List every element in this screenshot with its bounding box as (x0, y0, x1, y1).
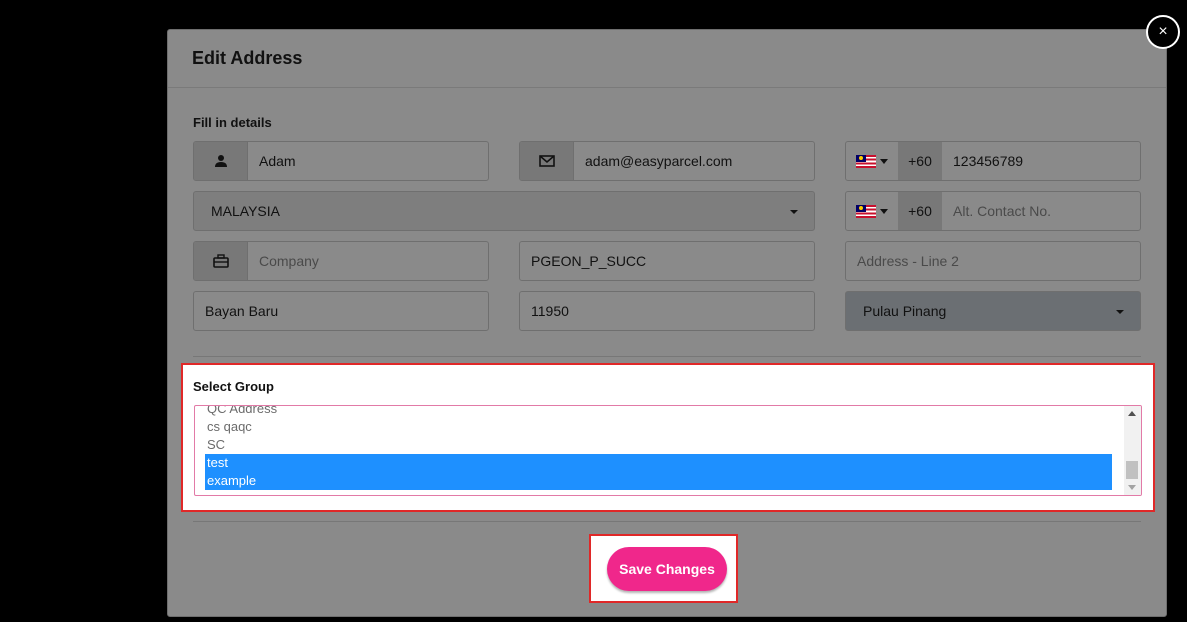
email-field[interactable]: adam@easyparcel.com (519, 141, 815, 181)
close-button[interactable]: × (1146, 15, 1180, 49)
save-button-highlight: Save Changes (589, 534, 738, 603)
envelope-icon (520, 142, 574, 180)
malaysia-flag-icon (856, 154, 876, 168)
user-icon (194, 142, 248, 180)
alt-phone-field[interactable]: +60 Alt. Contact No. (845, 191, 1141, 231)
postcode-field[interactable]: 11950 (519, 291, 815, 331)
state-value: Pulau Pinang (863, 303, 947, 319)
group-option[interactable]: example (205, 472, 1112, 490)
chevron-down-icon (880, 158, 888, 164)
group-option[interactable]: test (205, 454, 1112, 472)
address-line2-field[interactable]: Address - Line 2 (845, 241, 1141, 281)
chevron-down-icon (790, 210, 798, 214)
select-group-label: Select Group (193, 379, 274, 394)
select-group-panel: Select Group QC Address cs qaqc SC test exam… (181, 363, 1155, 512)
section-label: Fill in details (193, 115, 272, 130)
email-value: adam@easyparcel.com (585, 153, 733, 169)
company-field[interactable]: Company (193, 241, 489, 281)
alt-phone-country-code: +60 (898, 192, 942, 230)
phone-value: 123456789 (953, 153, 1024, 169)
group-options: QC Address cs qaqc SC test example (205, 406, 1112, 490)
save-changes-button[interactable]: Save Changes (607, 547, 727, 591)
address-line1-field[interactable]: PGEON_P_SUCC (519, 241, 815, 281)
city-value: Bayan Baru (205, 303, 279, 319)
divider (193, 521, 1141, 522)
group-listbox[interactable]: QC Address cs qaqc SC test example (194, 405, 1142, 496)
name-field[interactable]: Adam (193, 141, 489, 181)
chevron-down-icon (880, 208, 888, 214)
state-select[interactable]: Pulau Pinang (845, 291, 1141, 331)
scroll-thumb[interactable] (1126, 461, 1138, 479)
group-option[interactable]: QC Address (205, 406, 1112, 418)
scroll-up-arrow-icon[interactable] (1128, 411, 1136, 416)
alt-phone-country-dropdown[interactable] (846, 192, 898, 230)
country-select[interactable]: MALAYSIA (193, 191, 815, 231)
listbox-scrollbar[interactable] (1124, 406, 1141, 495)
country-value: MALAYSIA (211, 203, 280, 219)
malaysia-flag-icon (856, 204, 876, 218)
phone-country-code: +60 (898, 142, 942, 180)
alt-phone-placeholder: Alt. Contact No. (953, 203, 1052, 219)
modal-header: Edit Address (168, 30, 1166, 88)
address-line1-value: PGEON_P_SUCC (531, 253, 647, 269)
city-field[interactable]: Bayan Baru (193, 291, 489, 331)
chevron-down-icon (1116, 310, 1124, 314)
phone-field[interactable]: +60 123456789 (845, 141, 1141, 181)
address-line2-placeholder: Address - Line 2 (857, 253, 959, 269)
phone-country-dropdown[interactable] (846, 142, 898, 180)
scroll-down-arrow-icon[interactable] (1128, 485, 1136, 490)
postcode-value: 11950 (531, 303, 569, 319)
company-placeholder: Company (259, 253, 319, 269)
modal-title: Edit Address (192, 48, 303, 68)
name-value: Adam (259, 153, 296, 169)
edit-address-modal: Edit Address Fill in details Adam adam@e… (167, 29, 1167, 617)
group-option[interactable]: SC (205, 436, 1112, 454)
briefcase-icon (194, 242, 248, 280)
group-option[interactable]: cs qaqc (205, 418, 1112, 436)
divider (193, 356, 1141, 357)
